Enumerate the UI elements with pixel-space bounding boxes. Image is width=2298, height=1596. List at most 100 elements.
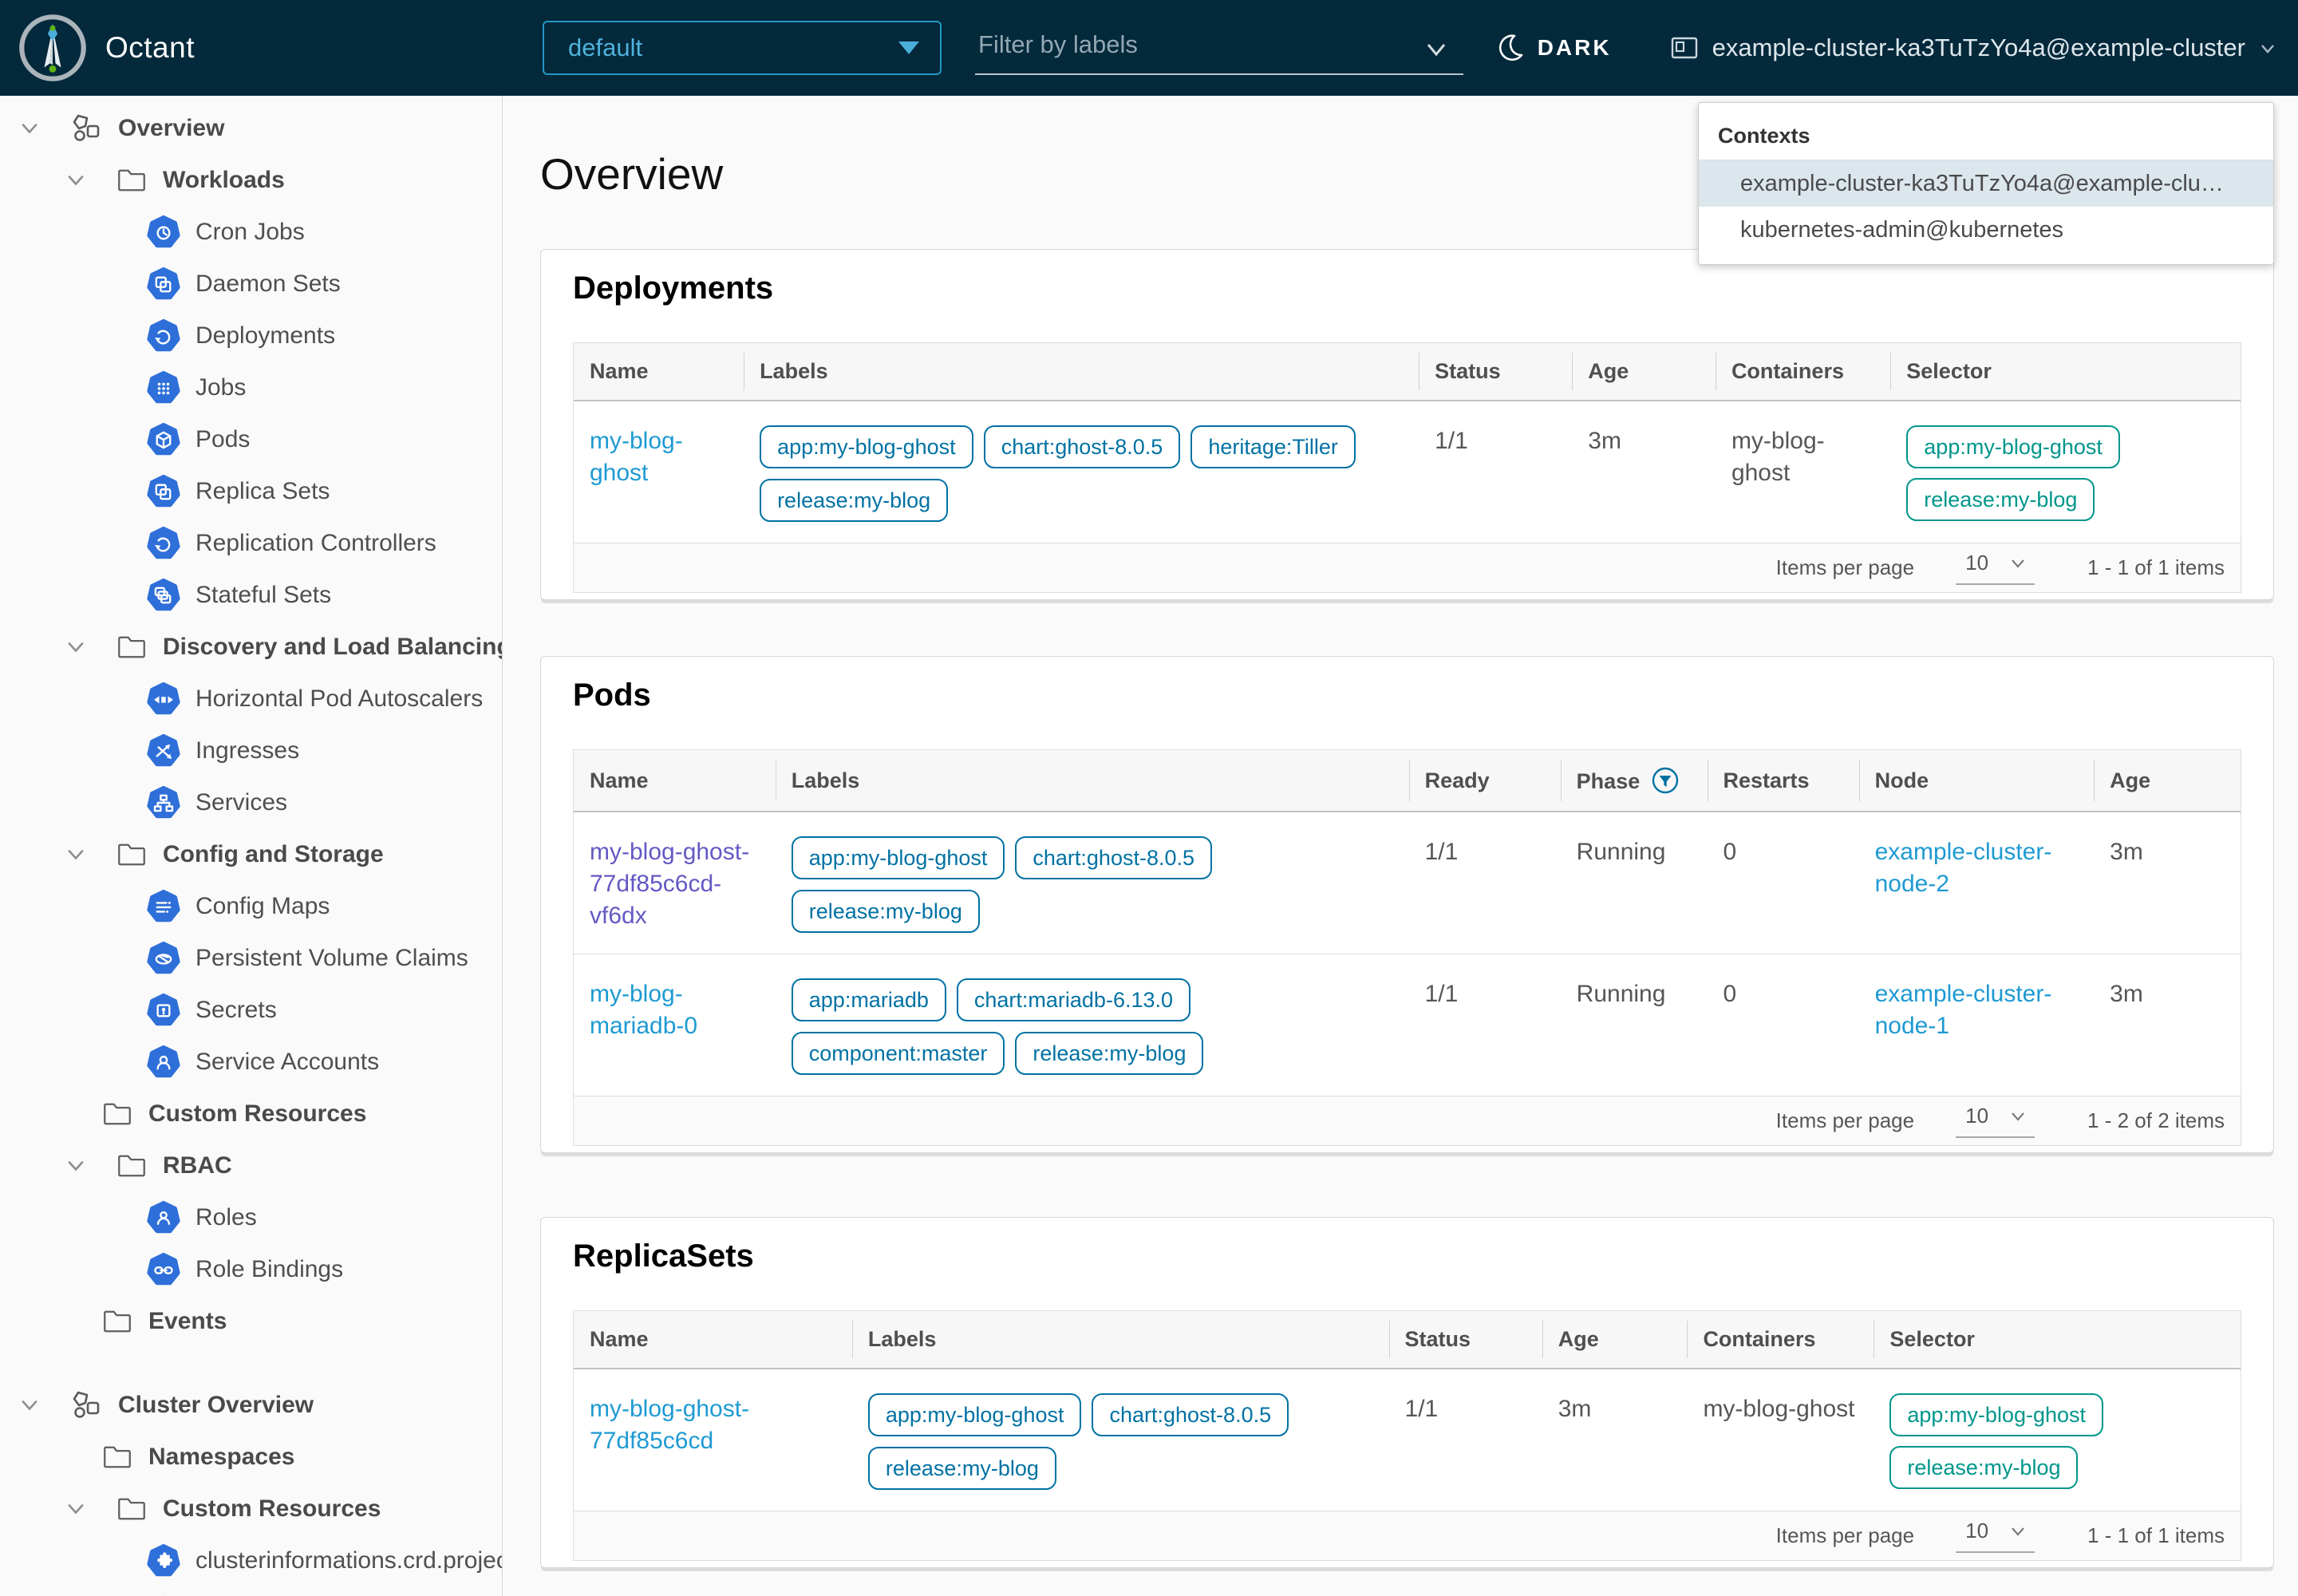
cell-ready: 1/1	[1409, 812, 1561, 954]
selector-pill-app-my-blog-ghost[interactable]: app:my-blog-ghost	[1906, 425, 2120, 468]
label-pill-component-master[interactable]: component:master	[792, 1032, 1005, 1075]
label-pill-app-mariadb[interactable]: app:mariadb	[792, 978, 946, 1021]
app-title: Octant	[105, 31, 195, 65]
context-option-example-cluster-ka3tutzyo4a-example-clu[interactable]: example-cluster-ka3TuTzYo4a@example-clu…	[1699, 160, 2273, 207]
chevron-down-icon[interactable]	[62, 1495, 101, 1523]
sidebar-item-replication-controllers[interactable]: Replication Controllers	[0, 517, 502, 569]
theme-toggle-button[interactable]: DARK	[1494, 32, 1612, 64]
items-per-page-select[interactable]: 10	[1956, 551, 2035, 585]
label-pill-heritage-tiller[interactable]: heritage:Tiller	[1190, 425, 1356, 468]
chevron-down-icon[interactable]	[62, 634, 101, 661]
chevron-down-icon[interactable]	[1422, 35, 1451, 64]
cell-text: 0	[1724, 839, 1737, 865]
label-pill-app-my-blog-ghost[interactable]: app:my-blog-ghost	[792, 836, 1005, 879]
chevron-down-icon[interactable]	[16, 115, 54, 142]
node-link[interactable]: example-cluster-node-1	[1875, 981, 2052, 1039]
sidebar-item-cluster-overview[interactable]: Cluster Overview	[0, 1379, 502, 1431]
sidebar-item-secrets[interactable]: Secrets	[0, 984, 502, 1036]
cell-text: 0	[1724, 981, 1737, 1007]
sidebar-item-ingresses[interactable]: Ingresses	[0, 725, 502, 776]
pagination-range: 1 - 1 of 1 items	[2087, 1523, 2225, 1548]
resource-name-link[interactable]: my-blog-mariadb-0	[590, 981, 697, 1039]
items-per-page-select[interactable]: 10	[1956, 1519, 2035, 1553]
sidebar-item-roles[interactable]: Roles	[0, 1191, 502, 1243]
node-link[interactable]: example-cluster-node-2	[1875, 839, 2052, 897]
sidebar-item-custom-resources[interactable]: Custom Resources	[0, 1483, 502, 1535]
column-header-labels: Labels	[852, 1311, 1389, 1369]
sidebar-item-label: clusterinformations.crd.projec	[195, 1547, 502, 1574]
namespace-select[interactable]: default	[543, 21, 942, 75]
items-per-page-label: Items per page	[1776, 555, 1914, 580]
context-label: example-cluster-ka3TuTzYo4a@example-clus…	[1712, 34, 2245, 62]
sidebar-item-csidrivers-csi-storage-k8s-io[interactable]: csidrivers.csi.storage.k8s.io	[0, 1586, 502, 1596]
sidebar-item-label: Overview	[118, 115, 224, 142]
sidebar-item-workloads[interactable]: Workloads	[0, 154, 502, 206]
sidebar-item-cron-jobs[interactable]: Cron Jobs	[0, 206, 502, 258]
sidebar-item-stateful-sets[interactable]: Stateful Sets	[0, 569, 502, 621]
items-per-page-select[interactable]: 10	[1956, 1104, 2035, 1138]
pagination-range: 1 - 1 of 1 items	[2087, 555, 2225, 580]
sidebar-item-config-and-storage[interactable]: Config and Storage	[0, 828, 502, 880]
label-pill-app-my-blog-ghost[interactable]: app:my-blog-ghost	[760, 425, 973, 468]
selector-pill-release-my-blog[interactable]: release:my-blog	[1906, 478, 2095, 521]
label-pill-release-my-blog[interactable]: release:my-blog	[760, 479, 948, 522]
sidebar-item-replica-sets[interactable]: Replica Sets	[0, 465, 502, 517]
label-pill-release-my-blog[interactable]: release:my-blog	[792, 890, 980, 933]
chevron-down-icon[interactable]	[62, 1152, 101, 1179]
label-pill-release-my-blog[interactable]: release:my-blog	[868, 1447, 1056, 1490]
chevron-down-icon[interactable]	[62, 841, 101, 868]
label-pill-chart-ghost-8-0-5[interactable]: chart:ghost-8.0.5	[1015, 836, 1212, 879]
label-pill-chart-ghost-8-0-5[interactable]: chart:ghost-8.0.5	[1092, 1393, 1289, 1436]
context-selector-button[interactable]: example-cluster-ka3TuTzYo4a@example-clus…	[1669, 33, 2277, 63]
sidebar-item-horizontal-pod-autoscalers[interactable]: Horizontal Pod Autoscalers	[0, 673, 502, 725]
chevron-down-icon[interactable]	[62, 167, 101, 194]
chevron-down-icon[interactable]	[16, 1392, 54, 1419]
daemonset-icon	[146, 267, 181, 302]
sidebar-item-jobs[interactable]: Jobs	[0, 361, 502, 413]
sidebar-item-pods[interactable]: Pods	[0, 413, 502, 465]
sidebar-item-config-maps[interactable]: Config Maps	[0, 880, 502, 932]
datagrid-pods: NameLabelsReadyPhaseRestartsNodeAgemy-bl…	[573, 749, 2241, 1146]
section-title-deployments: Deployments	[573, 269, 2241, 307]
sidebar-item-label: Pods	[195, 426, 250, 453]
role-icon	[146, 1200, 181, 1235]
label-pill-chart-ghost-8-0-5[interactable]: chart:ghost-8.0.5	[984, 425, 1181, 468]
sidebar-item-discovery-and-load-balancing[interactable]: Discovery and Load Balancing	[0, 621, 502, 673]
labels-list: app:mariadb chart:mariadb-6.13.0 component…	[792, 978, 1393, 1075]
label-pill-app-my-blog-ghost[interactable]: app:my-blog-ghost	[868, 1393, 1082, 1436]
label-pill-release-my-blog[interactable]: release:my-blog	[1015, 1032, 1203, 1075]
column-header-label: Selector	[1906, 359, 1992, 383]
label-pill-chart-mariadb-6-13-0[interactable]: chart:mariadb-6.13.0	[957, 978, 1190, 1021]
sidebar-item-events[interactable]: Events	[0, 1295, 502, 1347]
filter-icon[interactable]	[1651, 766, 1680, 795]
sidebar-item-services[interactable]: Services	[0, 776, 502, 828]
cell-age: 3m	[2094, 812, 2241, 954]
selector-pill-app-my-blog-ghost[interactable]: app:my-blog-ghost	[1889, 1393, 2103, 1436]
resource-name-link[interactable]: my-blog-ghost-77df85c6cd-vf6dx	[590, 839, 749, 929]
cell-text: 3m	[1588, 428, 1621, 454]
sidebar-item-label: Events	[148, 1308, 227, 1335]
sidebar-item-label: Namespaces	[148, 1444, 294, 1471]
sidebar-item-rbac[interactable]: RBAC	[0, 1140, 502, 1191]
sidebar-item-persistent-volume-claims[interactable]: Persistent Volume Claims	[0, 932, 502, 984]
sidebar-item-service-accounts[interactable]: Service Accounts	[0, 1036, 502, 1088]
sidebar-item-daemon-sets[interactable]: Daemon Sets	[0, 258, 502, 310]
cell-ready: 1/1	[1409, 954, 1561, 1096]
selector-pill-release-my-blog[interactable]: release:my-blog	[1889, 1446, 2078, 1489]
sidebar-item-namespaces[interactable]: Namespaces	[0, 1431, 502, 1483]
sidebar-item-label: Jobs	[195, 374, 246, 401]
label-filter-input[interactable]	[975, 21, 1463, 75]
resource-name-link[interactable]: my-blog-ghost-77df85c6cd	[590, 1396, 749, 1454]
cell-text: 3m	[2110, 839, 2143, 865]
sidebar-item-clusterinformations-crd-projec[interactable]: clusterinformations.crd.projec	[0, 1535, 502, 1586]
column-header-name: Name	[574, 343, 744, 401]
resource-name-link[interactable]: my-blog-ghost	[590, 428, 683, 486]
labels-list: app:my-blog-ghostchart:ghost-8.0.5 releas…	[792, 836, 1393, 933]
sidebar-item-deployments[interactable]: Deployments	[0, 310, 502, 361]
sidebar-item-role-bindings[interactable]: Role Bindings	[0, 1243, 502, 1295]
column-divider	[1561, 760, 1562, 801]
cell-restarts: 0	[1708, 954, 1859, 1096]
context-option-kubernetes-admin-kubernetes[interactable]: kubernetes-admin@kubernetes	[1699, 207, 2273, 253]
sidebar-item-custom-resources[interactable]: Custom Resources	[0, 1088, 502, 1140]
sidebar-item-overview[interactable]: Overview	[0, 102, 502, 154]
